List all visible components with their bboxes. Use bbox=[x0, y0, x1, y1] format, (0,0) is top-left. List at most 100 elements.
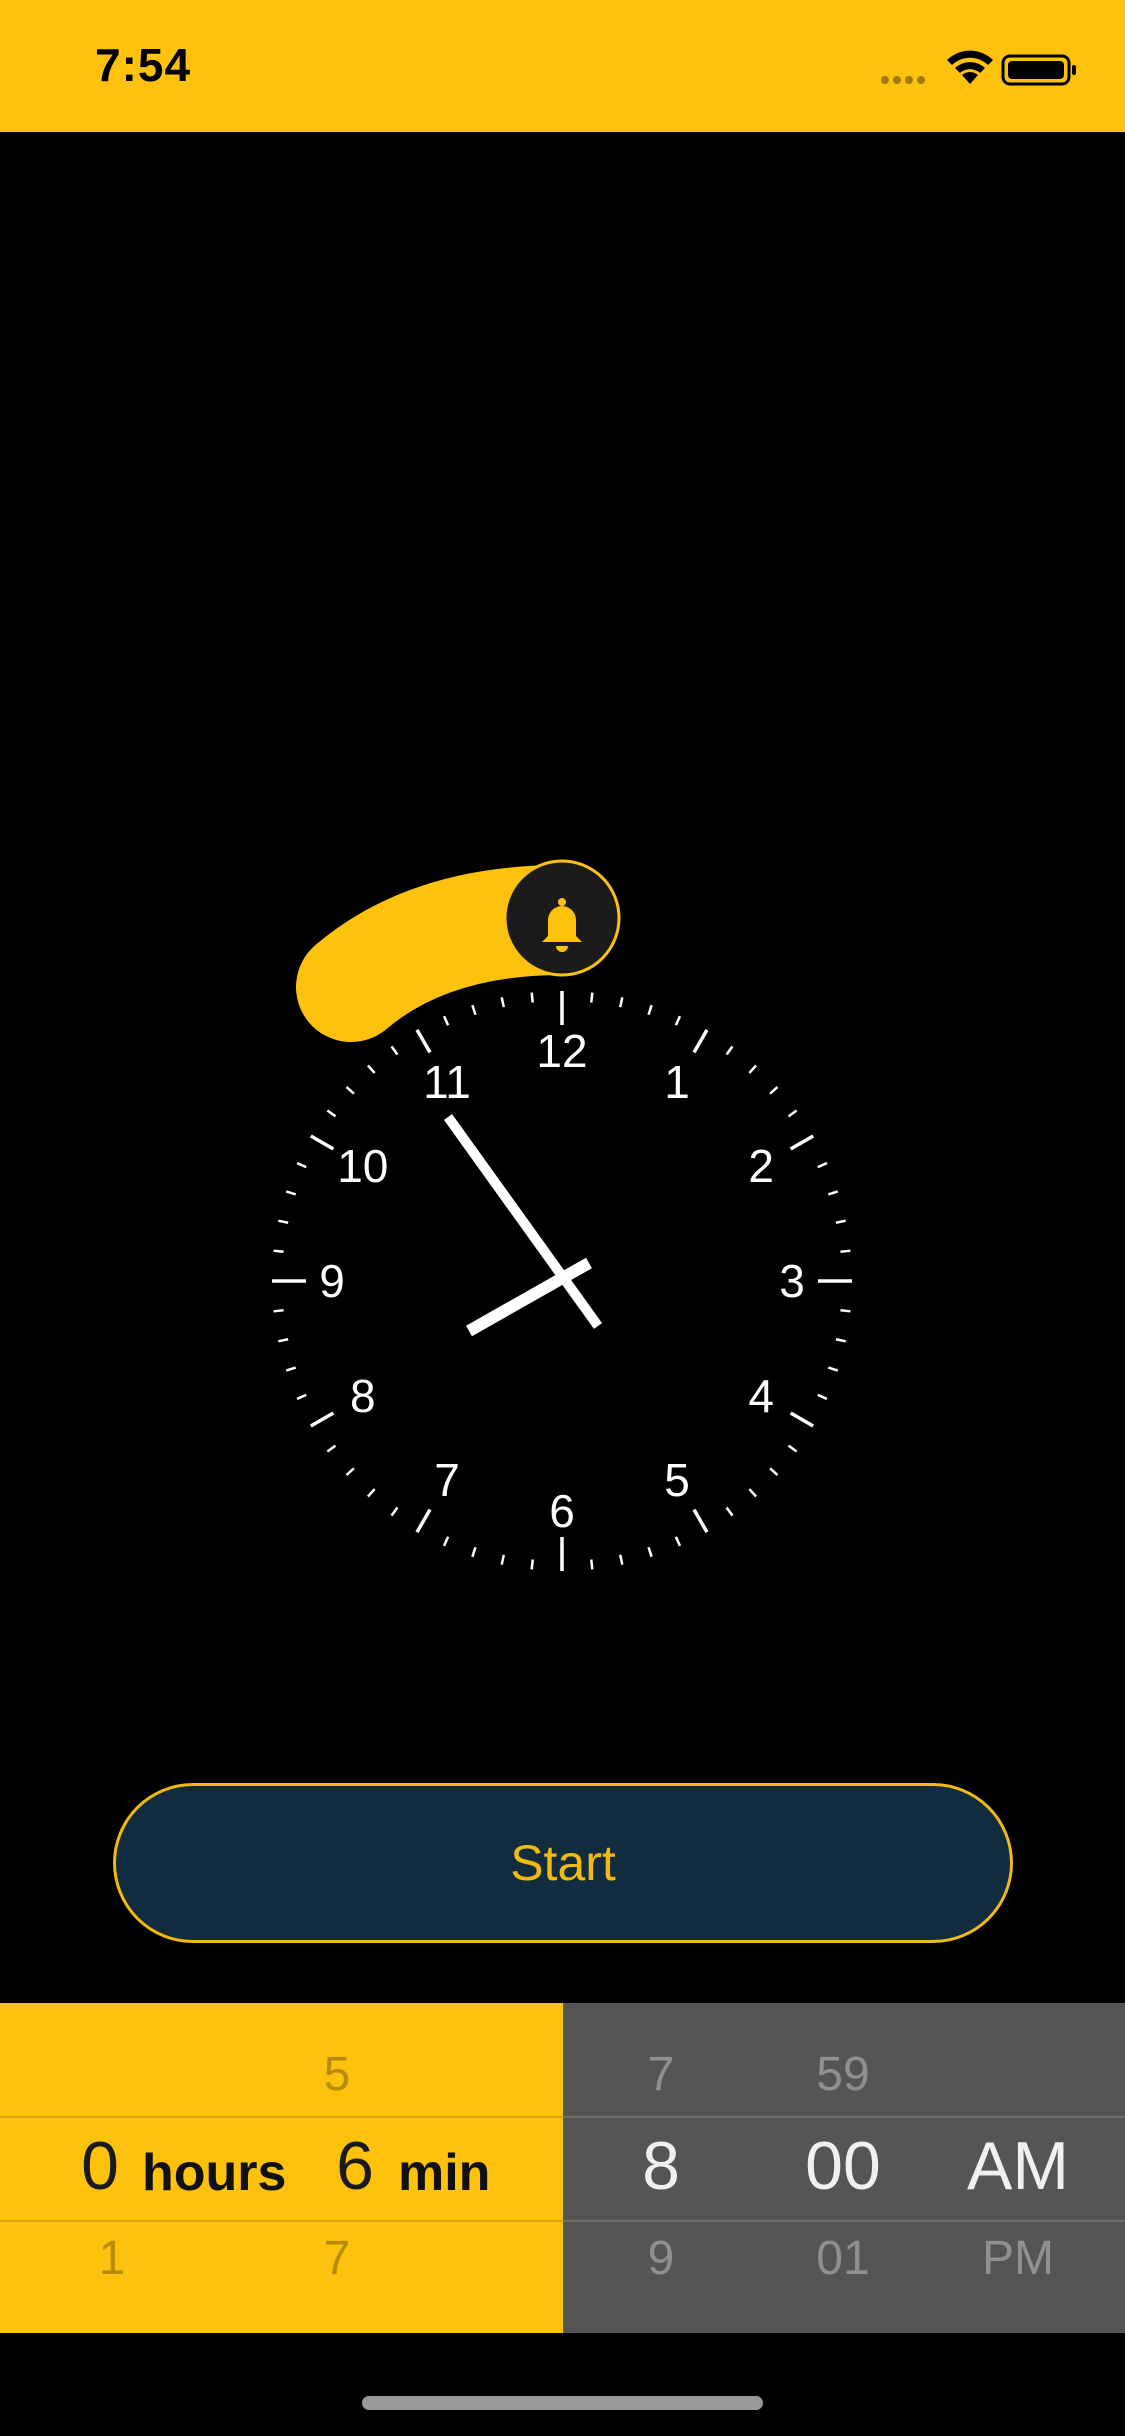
status-bar: 7:54 bbox=[0, 0, 1125, 132]
battery-icon bbox=[1001, 54, 1076, 86]
hours-unit-label: hours bbox=[142, 2144, 287, 2202]
hour-hand bbox=[466, 1257, 592, 1337]
clock-tick bbox=[769, 1086, 779, 1095]
clock-tick bbox=[827, 1366, 839, 1372]
clock-tick bbox=[471, 1546, 477, 1558]
clock-tick bbox=[647, 1546, 653, 1558]
clock-numeral: 3 bbox=[779, 1255, 805, 1307]
clock-tick bbox=[840, 1309, 851, 1313]
clock-numeral: 6 bbox=[549, 1485, 575, 1537]
minutes-selected[interactable]: 6 bbox=[295, 2127, 415, 2205]
clock-tick bbox=[345, 1086, 355, 1095]
clock-tick bbox=[840, 1249, 851, 1253]
clock-numeral: 12 bbox=[536, 1025, 587, 1077]
clock-numeral: 2 bbox=[748, 1140, 774, 1192]
duration-picker[interactable]: 0 1 hours 5 6 7 min bbox=[0, 2003, 563, 2333]
selection-line-top bbox=[0, 2116, 563, 2118]
clock-tick bbox=[618, 997, 624, 1008]
time-picker[interactable]: 7 8 9 59 00 01 AM PM bbox=[563, 2003, 1125, 2333]
clock-tick bbox=[309, 1134, 335, 1151]
clock-tick bbox=[326, 1444, 337, 1453]
clock-tick bbox=[789, 1134, 815, 1151]
clock-numeral: 11 bbox=[423, 1056, 471, 1108]
minute-selected[interactable]: 00 bbox=[768, 2127, 918, 2205]
clock-tick bbox=[769, 1467, 779, 1476]
clock-tick bbox=[787, 1109, 798, 1118]
clock-tick bbox=[647, 1004, 653, 1016]
alarm-clock-face: 12 1 2 3 4 5 6 7 8 9 10 11 bbox=[0, 840, 1125, 1600]
minute-prev[interactable]: 59 bbox=[768, 2047, 918, 2102]
clock-tick bbox=[835, 1337, 846, 1343]
clock-tick bbox=[692, 1508, 709, 1534]
clock-tick bbox=[415, 1508, 432, 1534]
clock-tick bbox=[415, 1028, 432, 1054]
clock-numeral: 10 bbox=[337, 1140, 388, 1192]
minutes-unit-label: min bbox=[398, 2144, 491, 2202]
selection-line-bottom bbox=[0, 2220, 563, 2222]
selection-line-top bbox=[563, 2116, 1125, 2118]
status-time: 7:54 bbox=[95, 39, 192, 91]
hour-next[interactable]: 9 bbox=[601, 2231, 721, 2286]
clock-tick bbox=[618, 1554, 624, 1565]
clock-tick bbox=[530, 992, 534, 1003]
clock-tick bbox=[590, 992, 594, 1003]
minutes-next[interactable]: 7 bbox=[277, 2231, 397, 2286]
wifi-icon bbox=[947, 50, 993, 84]
start-button[interactable]: Start bbox=[113, 1783, 1013, 1943]
clock-tick bbox=[278, 1337, 289, 1343]
clock-tick bbox=[285, 1190, 297, 1196]
clock-svg: 121234567891011 bbox=[272, 859, 852, 1571]
signal-dots-icon bbox=[881, 76, 925, 84]
home-indicator[interactable] bbox=[362, 2396, 763, 2410]
clock-tick bbox=[442, 1536, 450, 1547]
hour-prev[interactable]: 7 bbox=[601, 2047, 721, 2102]
clock-tick bbox=[390, 1506, 399, 1517]
clock-tick bbox=[367, 1488, 376, 1498]
clock-tick bbox=[692, 1028, 709, 1054]
hour-selected[interactable]: 8 bbox=[601, 2127, 721, 2205]
clock-numeral: 8 bbox=[350, 1370, 376, 1422]
clock-tick bbox=[725, 1045, 734, 1056]
hours-next[interactable]: 1 bbox=[52, 2231, 172, 2286]
status-icons bbox=[875, 48, 1085, 88]
clock-tick bbox=[367, 1064, 376, 1074]
clock-tick bbox=[285, 1366, 297, 1372]
clock-tick bbox=[725, 1506, 734, 1517]
clock-numeral: 9 bbox=[319, 1255, 345, 1307]
clock-tick bbox=[326, 1109, 337, 1118]
clock-tick bbox=[530, 1559, 534, 1570]
clock-numeral: 1 bbox=[664, 1056, 690, 1108]
clock-tick bbox=[789, 1411, 815, 1428]
clock-tick bbox=[278, 1219, 289, 1225]
clock-tick bbox=[787, 1444, 798, 1453]
clock-tick bbox=[273, 1309, 284, 1313]
clock-tick bbox=[442, 1015, 450, 1026]
clock-tick bbox=[500, 997, 506, 1008]
clock-tick bbox=[296, 1161, 307, 1169]
clock-tick bbox=[817, 1393, 828, 1401]
clock-tick bbox=[674, 1536, 682, 1547]
clock-tick bbox=[471, 1004, 477, 1016]
minute-next[interactable]: 01 bbox=[768, 2231, 918, 2286]
clock-tick bbox=[748, 1064, 757, 1074]
clock-tick bbox=[590, 1559, 594, 1570]
clock-tick bbox=[309, 1411, 335, 1428]
start-button-label: Start bbox=[510, 1835, 616, 1891]
clock-tick bbox=[296, 1393, 307, 1401]
meridiem-selected[interactable]: AM bbox=[943, 2127, 1093, 2205]
selection-line-bottom bbox=[563, 2220, 1125, 2222]
clock-numeral: 5 bbox=[664, 1454, 690, 1506]
clock-tick bbox=[835, 1219, 846, 1225]
clock-tick bbox=[390, 1045, 399, 1056]
clock-tick bbox=[817, 1161, 828, 1169]
clock-numeral: 4 bbox=[748, 1370, 774, 1422]
clock-tick bbox=[748, 1488, 757, 1498]
clock-tick bbox=[674, 1015, 682, 1026]
clock-numeral: 7 bbox=[434, 1454, 460, 1506]
meridiem-next[interactable]: PM bbox=[943, 2231, 1093, 2286]
clock-tick bbox=[345, 1467, 355, 1476]
clock-tick bbox=[500, 1554, 506, 1565]
clock-tick bbox=[273, 1249, 284, 1253]
clock-tick bbox=[827, 1190, 839, 1196]
minutes-prev[interactable]: 5 bbox=[277, 2047, 397, 2102]
